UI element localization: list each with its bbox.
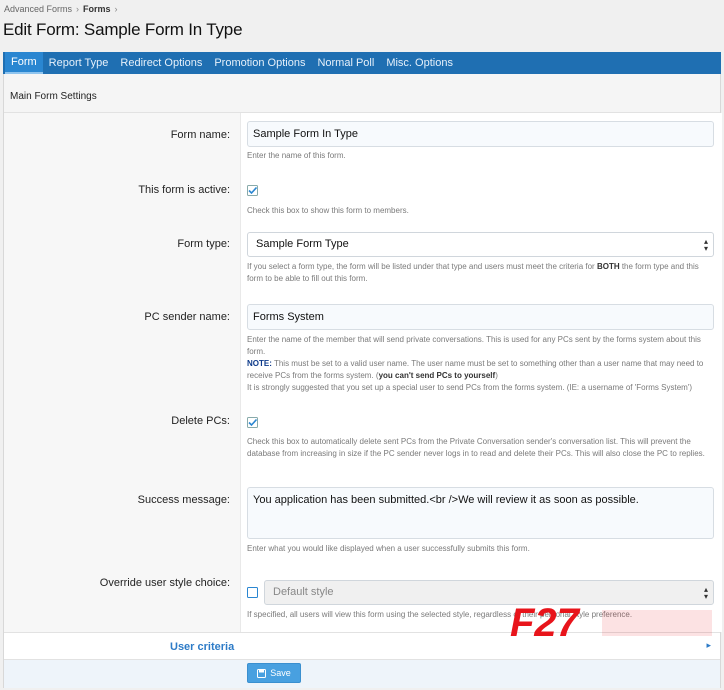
- override-style-selected: Default style: [273, 586, 334, 598]
- active-row: Check this box to show this form to memb…: [247, 183, 714, 217]
- form-name-hint: Enter the name of this form.: [247, 151, 346, 160]
- override-style-label: Override user style choice:: [99, 577, 230, 589]
- section-title: Main Form Settings: [4, 74, 720, 113]
- success-message-label: Success message:: [137, 494, 230, 506]
- save-button[interactable]: Save: [247, 663, 301, 683]
- form-type-hint: If you select a form type, the form will…: [247, 262, 699, 283]
- tab-misc-options[interactable]: Misc. Options: [380, 52, 459, 74]
- select-arrows-icon: ▴ ▾: [703, 585, 708, 601]
- save-button-label: Save: [270, 668, 291, 678]
- tab-form[interactable]: Form: [5, 52, 43, 74]
- page-title: Edit Form: Sample Form In Type: [3, 20, 243, 39]
- svg-text:F27: F27: [510, 601, 581, 642]
- form-name-input[interactable]: Sample Form In Type: [247, 121, 714, 147]
- breadcrumb-separator: ›: [114, 4, 118, 14]
- delete-pcs-hint: Check this box to automatically delete s…: [247, 437, 705, 458]
- success-message-row: You application has been submitted.<br /…: [247, 487, 714, 555]
- tab-report-type[interactable]: Report Type: [43, 52, 115, 74]
- f27-logo-icon: F27: [510, 601, 712, 645]
- form-name-row: Sample Form In Type Enter the name of th…: [247, 121, 714, 162]
- active-label: This form is active:: [138, 184, 230, 196]
- checkmark-icon: [247, 185, 258, 196]
- breadcrumb-item-advanced-forms[interactable]: Advanced Forms: [4, 4, 72, 14]
- checkbox-icon: [247, 587, 258, 598]
- tab-redirect-options[interactable]: Redirect Options: [114, 52, 208, 74]
- floppy-disk-icon: [257, 668, 267, 678]
- delete-pcs-row: Check this box to automatically delete s…: [247, 415, 714, 460]
- watermark-logo: F27: [510, 600, 715, 645]
- delete-pcs-checkbox[interactable]: [247, 417, 258, 428]
- tab-bar: Form Report Type Redirect Options Promot…: [3, 52, 721, 74]
- tab-promotion-options[interactable]: Promotion Options: [208, 52, 311, 74]
- pc-sender-row: Forms System Enter the name of the membe…: [247, 304, 714, 394]
- checkmark-icon: [247, 417, 258, 428]
- breadcrumb-separator: ›: [76, 4, 80, 14]
- pc-sender-hint: Enter the name of the member that will s…: [247, 335, 701, 356]
- form-type-select[interactable]: Sample Form Type ▴ ▾: [247, 232, 714, 257]
- pc-sender-input[interactable]: Forms System: [247, 304, 714, 330]
- pc-sender-suggestion: It is strongly suggested that you set up…: [247, 383, 693, 392]
- override-style-checkbox[interactable]: [247, 587, 258, 598]
- user-criteria-label: User criteria: [170, 641, 235, 653]
- form-panel: Main Form Settings Form name: Sample For…: [3, 74, 722, 688]
- pc-sender-label: PC sender name:: [144, 311, 230, 323]
- tab-normal-poll[interactable]: Normal Poll: [311, 52, 380, 74]
- form-name-label: Form name:: [170, 129, 230, 141]
- select-arrows-icon: ▴ ▾: [703, 237, 708, 253]
- form-footer: Save: [4, 660, 720, 688]
- success-message-textarea[interactable]: You application has been submitted.<br /…: [247, 487, 714, 539]
- breadcrumb-item-forms[interactable]: Forms: [83, 4, 111, 14]
- success-message-hint: Enter what you would like displayed when…: [247, 544, 530, 553]
- delete-pcs-label: Delete PCs:: [171, 415, 230, 427]
- breadcrumb: Advanced Forms › Forms ›: [4, 4, 118, 14]
- form-type-label: Form type:: [177, 238, 230, 250]
- active-hint: Check this box to show this form to memb…: [247, 206, 409, 215]
- active-checkbox[interactable]: [247, 185, 258, 196]
- form-type-row: Sample Form Type ▴ ▾ If you select a form…: [247, 232, 714, 285]
- pc-sender-note: NOTE: This must be set to a valid user n…: [247, 359, 704, 380]
- form-type-selected: Sample Form Type: [256, 238, 349, 250]
